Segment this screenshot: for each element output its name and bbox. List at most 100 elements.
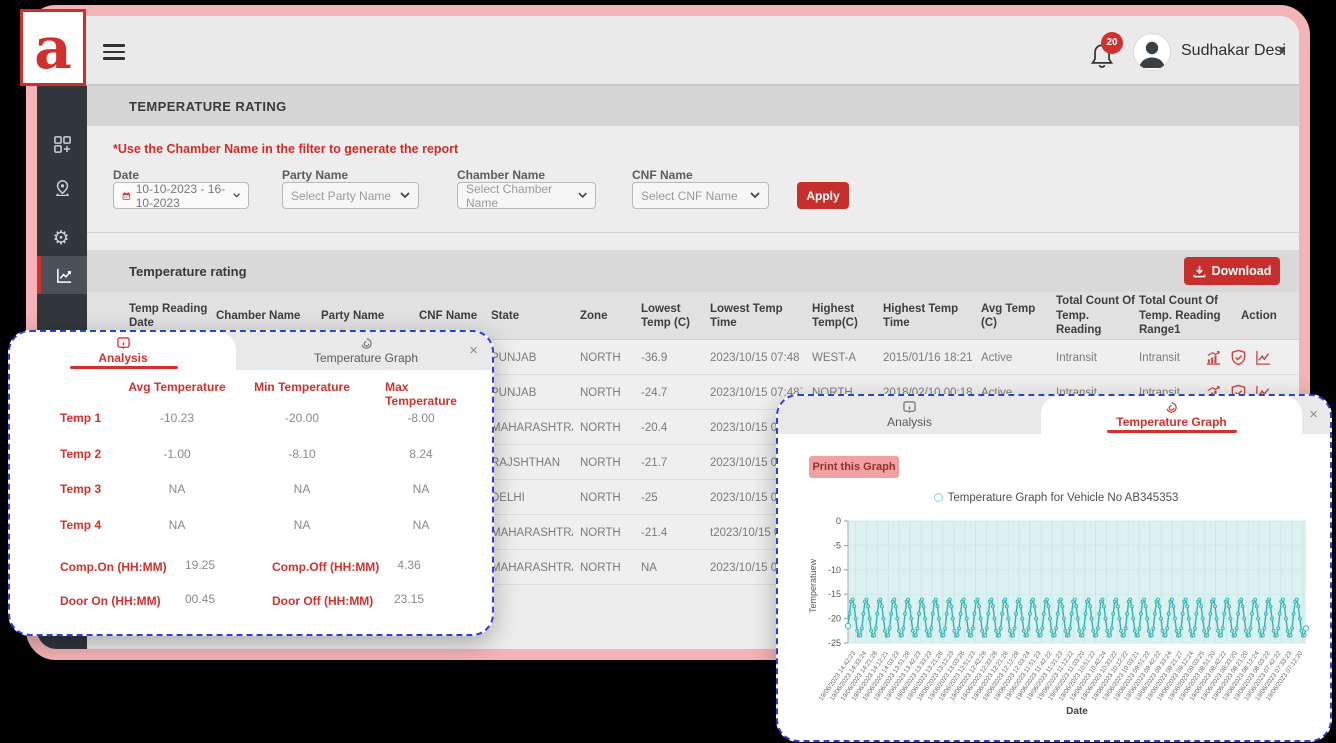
print-graph-button[interactable]: Print this Graph <box>809 456 899 478</box>
table-cell-zone: NORTH <box>580 515 632 550</box>
active-tab-underline <box>1107 430 1237 433</box>
tab-analysis[interactable]: Analysis <box>10 332 236 370</box>
chamber-name-select[interactable]: Select Chamber Name <box>457 182 596 209</box>
analysis-stat-value: 19.25 <box>185 558 215 572</box>
screenshot-stage: 20 Sudhakar Desi ▾ <box>0 0 1336 743</box>
chamber-name-placeholder: Select Chamber Name <box>466 182 578 210</box>
analysis-row-label: Temp 4 <box>60 518 101 532</box>
table-cell-lowest_temp: -20.4 <box>641 410 703 445</box>
user-menu-caret-icon[interactable]: ▾ <box>1279 42 1286 58</box>
cnf-filter-label: CNF Name <box>632 168 693 182</box>
tab-temperature-graph-label: Temperature Graph <box>1116 415 1226 429</box>
sidebar-item-reports[interactable] <box>37 256 87 294</box>
line-chart-action-icon[interactable] <box>1255 349 1272 366</box>
chamber-filter-label: Chamber Name <box>457 168 545 182</box>
date-range-value: 10-10-2023 - 16-10-2023 <box>136 182 233 210</box>
calendar-icon <box>122 190 131 202</box>
column-header: State <box>491 292 573 340</box>
analysis-popup-tabbar: Analysis Temperature Graph × <box>10 332 492 370</box>
growth-chart-action-icon[interactable] <box>1205 349 1222 366</box>
column-header: Avg Temp (C) <box>981 292 1051 340</box>
tab-analysis-label: Analysis <box>98 351 147 365</box>
analysis-min-value: -8.10 <box>288 447 315 461</box>
table-cell-highest_time: 2015/01/16 18:21 <box>883 340 973 375</box>
party-name-select[interactable]: Select Party Name <box>282 182 419 209</box>
tab-analysis[interactable]: Analysis <box>778 396 1041 434</box>
scribble-graph-icon <box>1165 401 1178 414</box>
tab-temperature-graph[interactable]: Temperature Graph <box>236 332 494 370</box>
analysis-avg-value: -10.23 <box>160 411 194 425</box>
analysis-row-label: Temp 3 <box>60 482 101 496</box>
info-tooltip-icon <box>117 337 130 350</box>
analysis-col-header: Min Temperature <box>254 380 350 394</box>
scribble-graph-icon <box>360 337 373 350</box>
analysis-stat-value: 4.36 <box>397 558 420 572</box>
top-bar: 20 Sudhakar Desi ▾ <box>37 16 1299 86</box>
chart-title: Temperature Graph for Vehicle No AB34535… <box>948 492 1179 504</box>
app-logo[interactable]: a <box>20 9 86 86</box>
column-header: Total Count Of Temp. Reading Range1 <box>1139 292 1239 340</box>
table-cell-state: DELHI <box>491 480 573 515</box>
analysis-max-value: NA <box>413 482 430 496</box>
sidebar-item-dashboard[interactable] <box>37 126 87 162</box>
table-cell-state: PUNJAB <box>491 375 573 410</box>
analysis-min-value: NA <box>294 482 311 496</box>
table-title: Temperature rating <box>129 264 247 279</box>
chevron-down-icon <box>578 192 587 199</box>
dashboard-grid-icon <box>53 135 72 154</box>
table-cell-zone: NORTH <box>580 445 632 480</box>
row-actions <box>1205 340 1272 375</box>
cnf-name-placeholder: Select CNF Name <box>641 189 738 203</box>
tab-analysis-label: Analysis <box>887 415 932 429</box>
table-cell-lowest_temp: -24.7 <box>641 375 703 410</box>
active-tab-underline <box>70 366 178 369</box>
close-icon[interactable]: × <box>1309 406 1318 423</box>
y-tick-label: -5 <box>833 540 841 550</box>
column-header: Highest Temp(C) <box>812 292 877 340</box>
table-cell-lowest_temp: NA <box>641 550 703 585</box>
analysis-col-header: Max Temperature <box>385 380 457 408</box>
analysis-max-value: NA <box>413 518 430 532</box>
y-axis-title: Temperatuew <box>808 558 818 613</box>
column-header: Total Count Of Temp. Reading <box>1056 292 1136 340</box>
user-name[interactable]: Sudhakar Desi <box>1181 42 1286 60</box>
analysis-max-value: 8.24 <box>409 447 432 461</box>
y-tick-label: -10 <box>828 565 841 575</box>
download-label: Download <box>1212 264 1272 278</box>
table-cell-state: MAHARASHTRA <box>491 550 573 585</box>
temperature-chart: 19/06/2023 14:42:2319/06/2023 14:33:2419… <box>806 506 1318 742</box>
table-cell-count: Intransit <box>1056 340 1136 375</box>
sidebar-item-locations[interactable] <box>37 170 87 206</box>
table-cell-lowest_temp: -21.7 <box>641 445 703 480</box>
tab-temperature-graph[interactable]: Temperature Graph <box>1041 396 1302 434</box>
table-cell-state: RAJSHTHAN <box>491 445 573 480</box>
filter-note: *Use the Chamber Name in the filter to g… <box>113 142 458 156</box>
y-tick-label: -15 <box>828 589 841 599</box>
analysis-avg-value: NA <box>169 482 186 496</box>
avatar[interactable] <box>1133 33 1171 71</box>
date-range-select[interactable]: 10-10-2023 - 16-10-2023 <box>113 182 249 209</box>
temperature-graph-popup: Analysis Temperature Graph × Print this … <box>776 394 1332 742</box>
table-cell-state: MAHARASHTRA <box>491 515 573 550</box>
table-cell-lowest_temp: -36.9 <box>641 340 703 375</box>
analysis-stat-label: Door On (HH:MM) <box>60 594 161 608</box>
close-icon[interactable]: × <box>469 342 478 359</box>
table-title-band: Temperature rating Download <box>87 250 1299 292</box>
column-header: Lowest Temp (C) <box>641 292 703 340</box>
analysis-popup: Analysis Temperature Graph × Avg Tempera… <box>8 330 494 636</box>
line-chart-icon <box>55 266 74 285</box>
download-icon <box>1193 265 1206 278</box>
cnf-name-select[interactable]: Select CNF Name <box>632 182 769 209</box>
table-cell-avg_temp: Active <box>981 340 1051 375</box>
column-header: Action <box>1241 292 1297 340</box>
sidebar-item-settings[interactable]: ⚙ <box>37 220 87 256</box>
table-cell-state: MAHARASHTRA <box>491 410 573 445</box>
table-cell-lowest_time: 2023/10/15 07:48 <box>710 340 805 375</box>
hamburger-menu-icon[interactable] <box>103 44 125 60</box>
shield-check-action-icon[interactable] <box>1230 349 1247 366</box>
user-silhouette-icon <box>1134 34 1170 70</box>
download-button[interactable]: Download <box>1184 257 1280 285</box>
apply-button[interactable]: Apply <box>797 182 849 209</box>
analysis-col-header: Avg Temperature <box>128 380 225 394</box>
info-tooltip-icon <box>903 401 916 414</box>
